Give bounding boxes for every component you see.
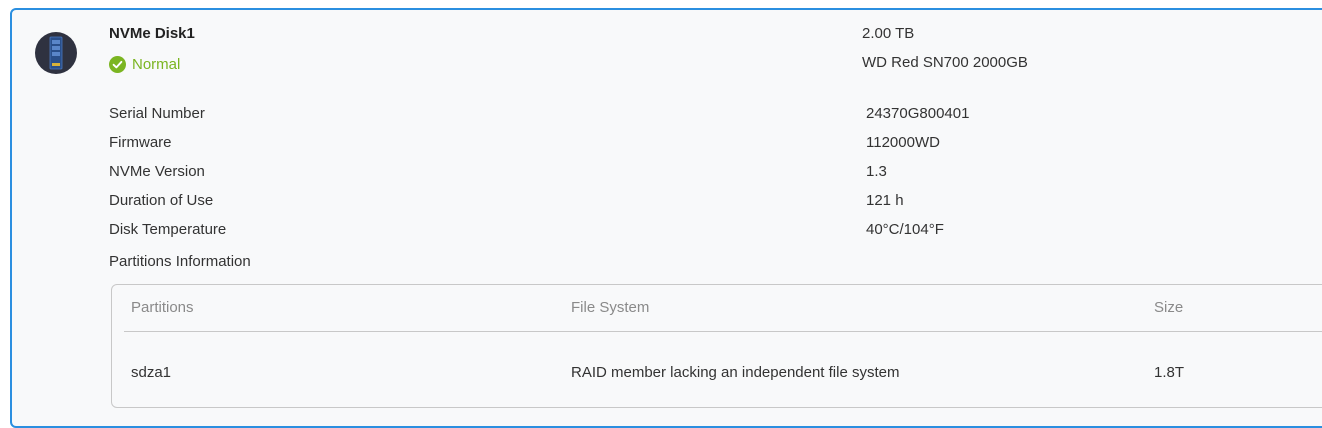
disk-name: NVMe Disk1 [109, 25, 195, 42]
column-header-partitions[interactable]: Partitions [131, 299, 194, 316]
cell-size: 1.8T [1154, 364, 1185, 381]
column-header-size[interactable]: Size [1154, 299, 1183, 316]
info-value: 121 h [866, 192, 904, 209]
cell-partition: sdza1 [131, 364, 172, 381]
info-label: Firmware [109, 134, 172, 151]
info-row-disk-temperature: Disk Temperature 40°C/104°F [0, 221, 1322, 243]
info-row-nvme-version: NVMe Version 1.3 [0, 163, 1322, 185]
cell-file-system: RAID member lacking an independent file … [571, 364, 900, 381]
table-divider [124, 331, 1322, 332]
check-circle-icon [109, 55, 126, 73]
info-row-duration-of-use: Duration of Use 121 h [0, 192, 1322, 214]
info-label: Disk Temperature [109, 221, 227, 238]
table-header: Partitions File System Size [112, 285, 1322, 331]
info-label: Duration of Use [109, 192, 214, 209]
info-value: 24370G800401 [866, 105, 970, 122]
info-label: Serial Number [109, 105, 205, 122]
info-value: 112000WD [866, 134, 940, 151]
status-label: Normal [132, 55, 181, 73]
info-row-serial-number: Serial Number 24370G800401 [0, 105, 1322, 127]
partitions-section-title: Partitions Information [109, 253, 251, 270]
info-value: 1.3 [866, 163, 887, 180]
partitions-table: Partitions File System Size sdza1 RAID m… [111, 284, 1322, 408]
column-header-file-system[interactable]: File System [571, 299, 649, 316]
disk-status: Normal [109, 54, 180, 74]
nvme-disk-icon [35, 32, 77, 74]
info-label: NVMe Version [109, 163, 205, 180]
info-row-firmware: Firmware 112000WD [0, 134, 1322, 156]
disk-model: WD Red SN700 2000GB [862, 54, 1028, 71]
disk-capacity: 2.00 TB [862, 25, 915, 42]
info-value: 40°C/104°F [866, 221, 944, 238]
